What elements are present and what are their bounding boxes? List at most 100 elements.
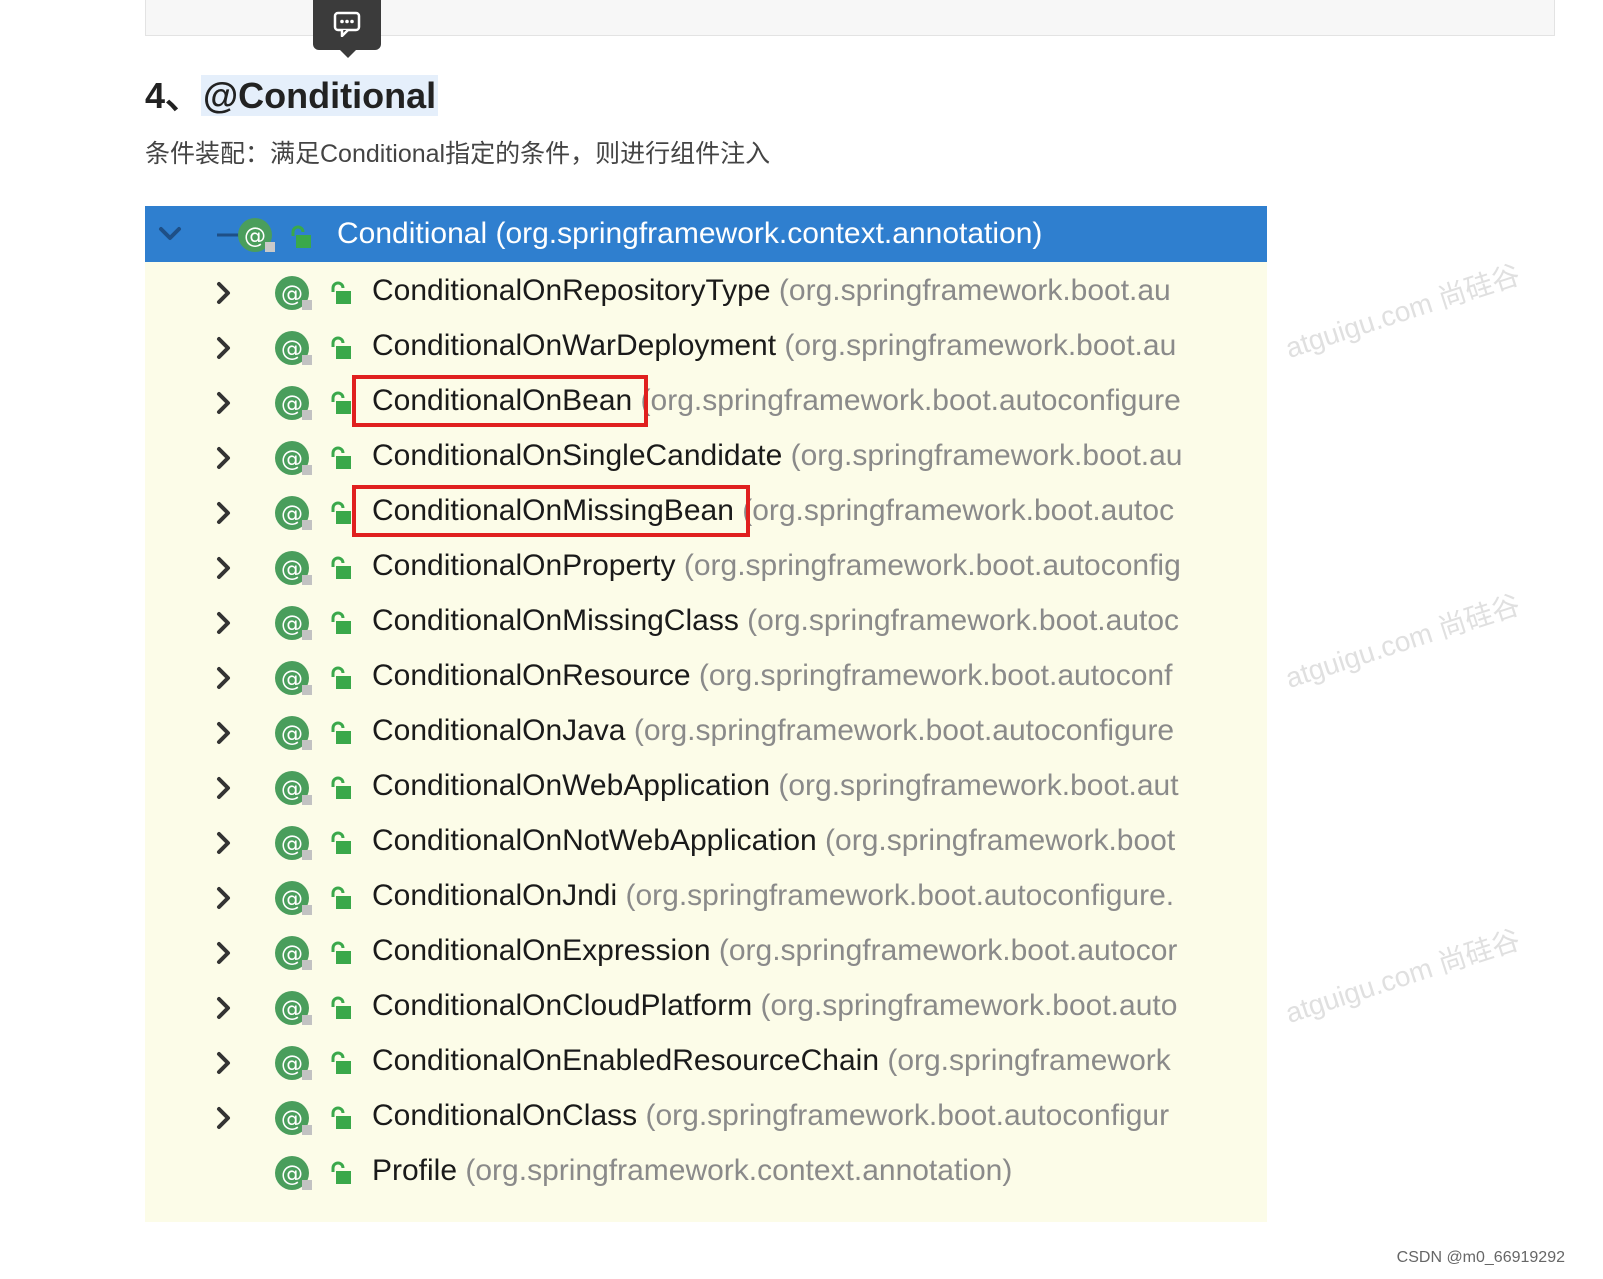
chevron-right-icon[interactable] xyxy=(213,390,235,416)
annotation-package: (org.springframework.boot.autoconfig xyxy=(675,549,1181,582)
svg-text:@: @ xyxy=(244,224,266,249)
annotation-at-icon: @ xyxy=(275,881,312,915)
tree-row[interactable]: @ ConditionalOnEnabledResourceChain (org.… xyxy=(145,1032,1267,1088)
chevron-right-icon[interactable] xyxy=(213,830,235,856)
chevron-right-icon[interactable] xyxy=(213,885,235,911)
annotation-at-icon: @ xyxy=(275,771,312,805)
footer-credit: CSDN @m0_66919292 xyxy=(1396,1249,1565,1266)
row-label: ConditionalOnEnabledResourceChain (org.s… xyxy=(372,1041,1171,1081)
svg-text:@: @ xyxy=(281,832,303,857)
row-label: ConditionalOnWarDeployment (org.springfr… xyxy=(372,326,1176,366)
annotation-at-icon: @ xyxy=(275,551,312,585)
chevron-right-icon[interactable] xyxy=(213,500,235,526)
tree-row[interactable]: @ ConditionalOnBean (org.springframework.… xyxy=(145,372,1267,428)
chevron-right-icon[interactable] xyxy=(213,445,235,471)
annotation-package: (org.springframework.boot.autoconfigure xyxy=(625,714,1175,747)
chevron-right-icon[interactable] xyxy=(213,555,235,581)
tree-row[interactable]: @ ConditionalOnClass (org.springframework… xyxy=(145,1087,1267,1143)
tree-row[interactable]: @ ConditionalOnProperty (org.springframew… xyxy=(145,537,1267,593)
tree-row[interactable]: @ ConditionalOnWarDeployment (org.springf… xyxy=(145,317,1267,373)
chevron-right-icon[interactable] xyxy=(213,940,235,966)
tree-row[interactable]: @ ConditionalOnExpression (org.springfram… xyxy=(145,922,1267,978)
row-label: ConditionalOnResource (org.springframewo… xyxy=(372,656,1172,696)
svg-text:@: @ xyxy=(281,557,303,582)
annotation-package: (org.springframework.boot.autocor xyxy=(710,934,1178,967)
comment-icon xyxy=(333,11,361,37)
annotation-package: (org.springframework.boot xyxy=(816,824,1176,857)
tree-row[interactable]: @ ConditionalOnWebApplication (org.spring… xyxy=(145,757,1267,813)
annotation-name: ConditionalOnProperty xyxy=(372,549,676,582)
row-label: Profile (org.springframework.context.ann… xyxy=(372,1151,1012,1191)
section-heading: 4、@Conditional xyxy=(145,72,439,120)
chevron-right-icon[interactable] xyxy=(213,775,235,801)
svg-text:@: @ xyxy=(281,1052,303,1077)
chevron-right-icon[interactable] xyxy=(213,665,235,691)
annotation-at-icon: @ xyxy=(275,1101,312,1135)
tree-row[interactable]: @ Profile (org.springframework.context.an… xyxy=(145,1142,1267,1198)
svg-text:@: @ xyxy=(281,777,303,802)
lock-icon xyxy=(331,776,351,799)
svg-text:@: @ xyxy=(281,392,303,417)
lock-icon xyxy=(331,556,351,579)
annotation-package: (org.springframework.boot.autoconfigur xyxy=(637,1099,1170,1132)
lock-icon xyxy=(291,225,311,248)
annotation-name: ConditionalOnResource xyxy=(372,659,691,692)
lock-icon xyxy=(331,886,351,909)
watermark-1: atguigu.com 尚硅谷 xyxy=(1281,258,1524,364)
annotation-name: ConditionalOnClass xyxy=(372,1099,638,1132)
tree-row[interactable]: @ ConditionalOnJndi (org.springframework.… xyxy=(145,867,1267,923)
annotation-name: ConditionalOnJndi xyxy=(372,879,618,912)
chevron-right-icon[interactable] xyxy=(213,610,235,636)
chevron-right-icon[interactable] xyxy=(213,1105,235,1131)
tree-root-row[interactable]: @ Conditional (org.springframework.conte… xyxy=(145,206,1267,262)
annotation-at-icon: @ xyxy=(275,716,312,750)
annotation-package: (org.springframework.boot.au xyxy=(782,439,1183,472)
chevron-right-icon[interactable] xyxy=(213,1050,235,1076)
row-label: ConditionalOnJndi (org.springframework.b… xyxy=(372,876,1174,916)
tree-row[interactable]: @ ConditionalOnMissingClass (org.springfr… xyxy=(145,592,1267,648)
chevron-right-icon[interactable] xyxy=(213,280,235,306)
lock-icon xyxy=(331,611,351,634)
annotation-package: (org.springframework.boot.aut xyxy=(770,769,1179,802)
chevron-right-icon[interactable] xyxy=(213,335,235,361)
row-label: ConditionalOnJava (org.springframework.b… xyxy=(372,711,1174,751)
annotation-package: (org.springframework.boot.autoc xyxy=(738,604,1180,637)
svg-text:@: @ xyxy=(281,667,303,692)
tree-row[interactable]: @ ConditionalOnResource (org.springframew… xyxy=(145,647,1267,703)
annotation-at-icon: @ xyxy=(275,661,312,695)
watermark-2: atguigu.com 尚硅谷 xyxy=(1281,588,1524,694)
svg-text:@: @ xyxy=(281,282,303,307)
annotation-name: ConditionalOnJava xyxy=(372,714,626,747)
root-annotation-name: Conditional xyxy=(337,217,488,250)
annotation-at-icon: @ xyxy=(275,936,312,970)
annotation-package: (org.springframework.boot.autoc xyxy=(733,494,1175,527)
annotation-package: (org.springframework.boot.autoconf xyxy=(690,659,1173,692)
comment-button[interactable] xyxy=(313,0,381,58)
annotation-name: ConditionalOnNotWebApplication xyxy=(372,824,817,857)
svg-text:@: @ xyxy=(281,502,303,527)
tree-row[interactable]: @ ConditionalOnCloudPlatform (org.springf… xyxy=(145,977,1267,1033)
row-label: ConditionalOnNotWebApplication (org.spri… xyxy=(372,821,1175,861)
annotation-name: ConditionalOnEnabledResourceChain xyxy=(372,1044,879,1077)
tree-row[interactable]: @ ConditionalOnRepositoryType (org.spring… xyxy=(145,262,1267,318)
lock-icon xyxy=(331,721,351,744)
chevron-right-icon[interactable] xyxy=(213,720,235,746)
lock-icon xyxy=(331,1051,351,1074)
svg-text:@: @ xyxy=(281,942,303,967)
tree-row[interactable]: @ ConditionalOnSingleCandidate (org.sprin… xyxy=(145,427,1267,483)
row-label: ConditionalOnRepositoryType (org.springf… xyxy=(372,271,1171,311)
tree-row[interactable]: @ ConditionalOnJava (org.springframework.… xyxy=(145,702,1267,758)
annotation-name: ConditionalOnSingleCandidate xyxy=(372,439,783,472)
row-label: ConditionalOnCloudPlatform (org.springfr… xyxy=(372,986,1177,1026)
annotation-name: Profile xyxy=(372,1154,458,1187)
annotation-name: ConditionalOnRepositoryType xyxy=(372,274,771,307)
lock-icon xyxy=(331,1161,351,1184)
tree-row[interactable]: @ ConditionalOnNotWebApplication (org.spr… xyxy=(145,812,1267,868)
svg-text:@: @ xyxy=(281,1107,303,1132)
chevron-down-icon[interactable] xyxy=(155,220,185,248)
chevron-right-icon[interactable] xyxy=(213,995,235,1021)
svg-text:@: @ xyxy=(281,997,303,1022)
svg-text:@: @ xyxy=(281,612,303,637)
heading-number: 4、 xyxy=(145,75,202,116)
annotation-at-icon: @ xyxy=(275,1046,312,1080)
